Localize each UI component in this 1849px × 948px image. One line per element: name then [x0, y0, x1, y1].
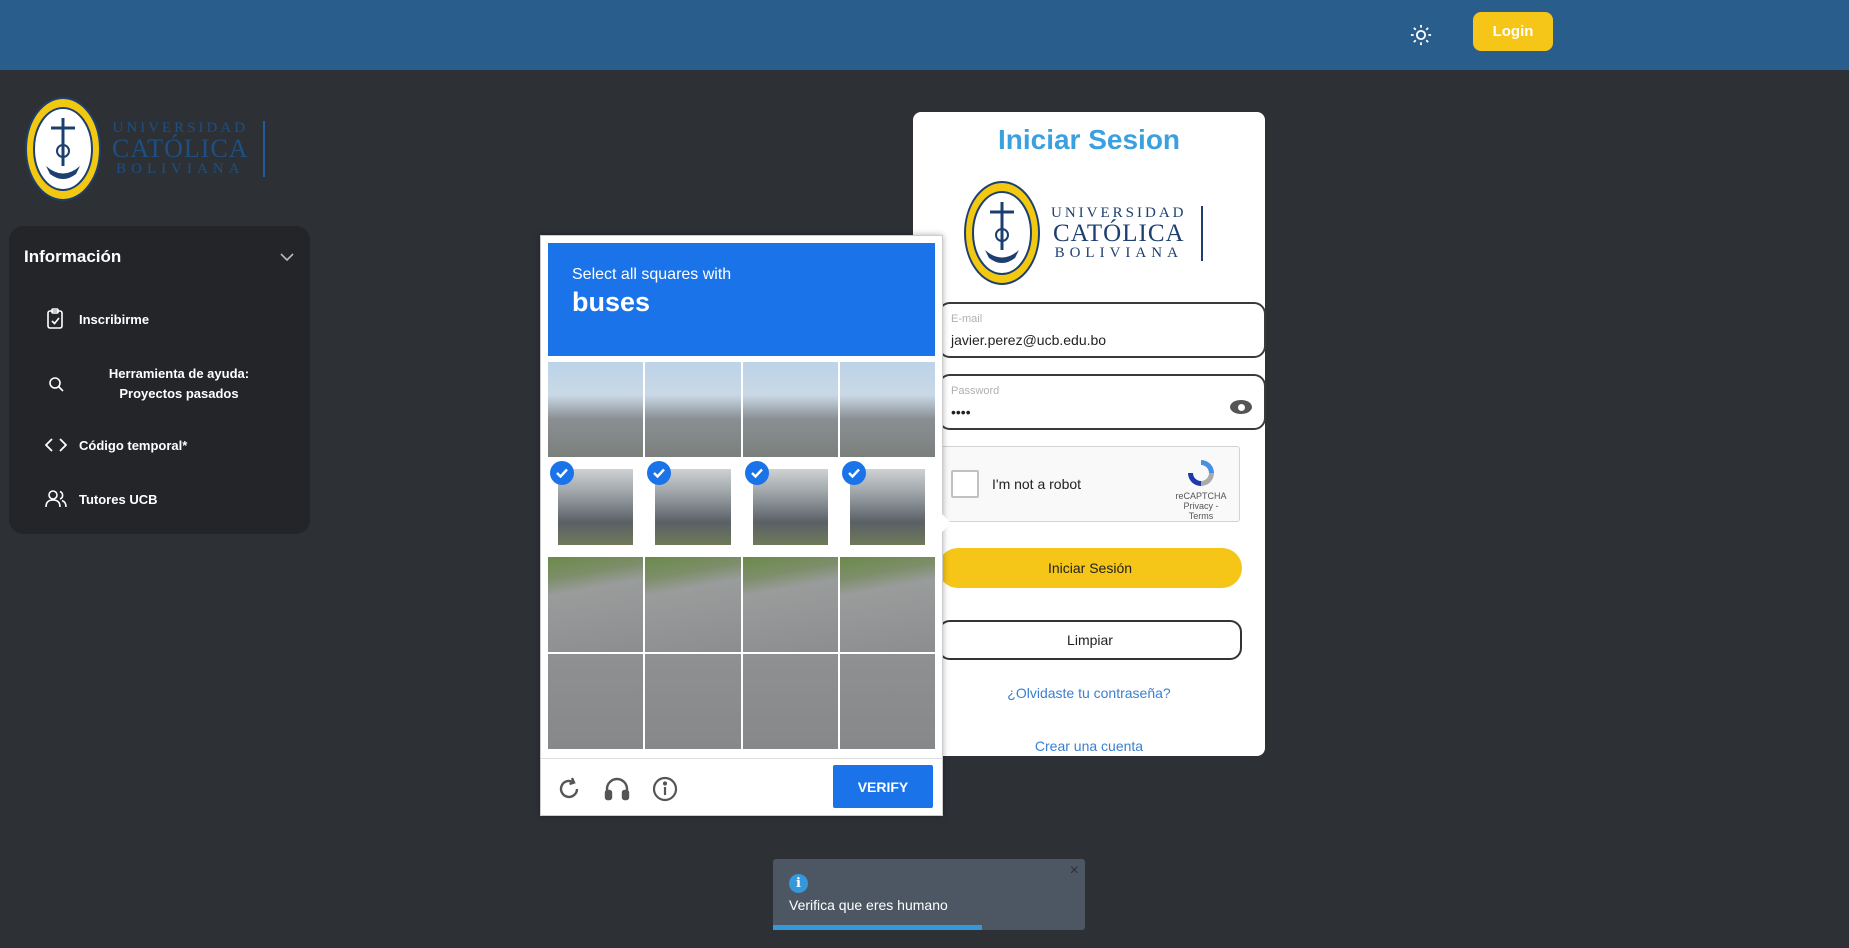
university-seal-icon [964, 181, 1040, 285]
sidebar-item-label: Herramienta de ayuda: Proyectos pasados [104, 364, 254, 404]
card-university-logo: UNIVERSIDAD CATÓLICA BOLIVIANA [963, 180, 1203, 286]
register-link[interactable]: Crear una cuenta [913, 738, 1265, 754]
challenge-tile[interactable] [645, 362, 741, 458]
challenge-tile[interactable] [839, 653, 935, 749]
email-value: javier.perez@ucb.edu.bo [951, 332, 1107, 348]
reload-icon[interactable] [555, 775, 583, 803]
theme-toggle-button[interactable] [1404, 18, 1438, 52]
submit-button[interactable]: Iniciar Sesión [938, 548, 1242, 588]
challenge-tile[interactable] [742, 362, 838, 458]
password-value: •••• [951, 404, 971, 420]
top-bar: Login [0, 0, 1849, 70]
recaptcha-links[interactable]: Privacy - Terms [1171, 501, 1231, 521]
brand-line-3: BOLIVIANA [1054, 244, 1183, 261]
challenge-tile[interactable] [839, 459, 935, 555]
clear-button[interactable]: Limpiar [938, 620, 1242, 660]
brand-line-2: CATÓLICA [112, 134, 249, 163]
challenge-tile[interactable] [742, 556, 838, 652]
sidebar-item-tutores[interactable]: Tutores UCB [45, 488, 157, 510]
recaptcha-brand-name: reCAPTCHA [1175, 491, 1227, 501]
challenge-tile[interactable] [548, 653, 644, 749]
recaptcha-logo-icon [1185, 457, 1217, 489]
email-label: E-mail [951, 313, 983, 325]
challenge-tile[interactable] [839, 556, 935, 652]
sidebar-item-proyectos[interactable]: Herramienta de ayuda: Proyectos pasados [45, 364, 254, 404]
challenge-image-grid [548, 362, 935, 749]
login-card: Iniciar Sesion UNIVERSIDAD CATÓLICA BOLI… [913, 112, 1266, 756]
challenge-tile[interactable] [742, 459, 838, 555]
sidebar-header[interactable]: Información [24, 244, 295, 270]
chevron-down-icon [280, 253, 294, 262]
toast-message: Verifica que eres humano [789, 897, 948, 913]
university-seal-icon [25, 97, 101, 201]
password-label: Password [951, 385, 1000, 397]
sidebar-item-label-line2: Proyectos pasados [119, 386, 239, 401]
challenge-tile[interactable] [645, 459, 741, 555]
sun-icon [1410, 24, 1432, 46]
checkmark-icon [744, 461, 769, 486]
challenge-tile[interactable] [645, 556, 741, 652]
challenge-tile[interactable] [548, 459, 644, 555]
sidebar-item-label: Código temporal* [79, 437, 188, 453]
recaptcha-label: I'm not a robot [992, 476, 1082, 492]
recaptcha-checkbox[interactable] [951, 470, 979, 498]
clipboard-icon [45, 308, 67, 330]
challenge-tile[interactable] [742, 653, 838, 749]
checkmark-icon [841, 461, 866, 486]
eye-icon[interactable] [1230, 400, 1252, 414]
code-icon [45, 434, 67, 456]
info-icon[interactable] [651, 775, 679, 803]
brand-line-3: BOLIVIANA [116, 161, 245, 177]
sidebar-item-label: Inscribirme [79, 311, 150, 327]
login-title: Iniciar Sesion [997, 124, 1181, 155]
toast-progress-bar [773, 925, 983, 930]
sidebar-item-codigo[interactable]: Código temporal* [45, 434, 187, 456]
recaptcha-challenge: Select all squares with buses VERIFY [540, 235, 943, 816]
search-icon [45, 373, 67, 395]
headphones-icon[interactable] [603, 775, 631, 803]
sidebar-item-inscribirme[interactable]: Inscribirme [45, 308, 149, 330]
sidebar-title: Información [24, 247, 122, 266]
challenge-tile[interactable] [839, 362, 935, 458]
login-button[interactable]: Login [1473, 12, 1553, 51]
brand-line-2: CATÓLICA [1052, 219, 1185, 247]
verify-button[interactable]: VERIFY [833, 765, 933, 808]
challenge-instruction: Select all squares with [572, 266, 732, 283]
forgot-password-link[interactable]: ¿Olvidaste tu contraseña? [913, 685, 1265, 701]
sidebar-item-label-line1: Herramienta de ayuda: [108, 366, 250, 381]
users-icon [45, 488, 67, 510]
toast-notification: i Verifica que eres humano × [773, 859, 1085, 930]
close-icon[interactable]: × [1070, 862, 1079, 880]
sidebar-item-label: Tutores UCB [79, 491, 158, 507]
info-icon: i [789, 874, 808, 893]
university-name: UNIVERSIDAD CATÓLICA BOLIVIANA [1051, 204, 1203, 261]
brand-line-1: UNIVERSIDAD [1051, 204, 1187, 221]
email-field[interactable]: E-mail javier.perez@ucb.edu.bo [938, 302, 1266, 358]
recaptcha-widget: I'm not a robot reCAPTCHA Privacy - Term… [938, 446, 1240, 522]
challenge-target: buses [572, 287, 651, 317]
challenge-pointer [941, 513, 951, 533]
password-field[interactable]: Password •••• [938, 374, 1266, 430]
challenge-tile[interactable] [548, 362, 644, 458]
challenge-tile[interactable] [548, 556, 644, 652]
challenge-tile[interactable] [645, 653, 741, 749]
sidebar: Información Inscribirme Herramienta de a… [9, 226, 310, 534]
university-name: UNIVERSIDAD CATÓLICA BOLIVIANA [112, 121, 265, 177]
challenge-header: Select all squares with buses [548, 243, 935, 356]
recaptcha-brand: reCAPTCHA Privacy - Terms [1171, 457, 1231, 521]
university-logo: UNIVERSIDAD CATÓLICA BOLIVIANA [24, 94, 284, 204]
